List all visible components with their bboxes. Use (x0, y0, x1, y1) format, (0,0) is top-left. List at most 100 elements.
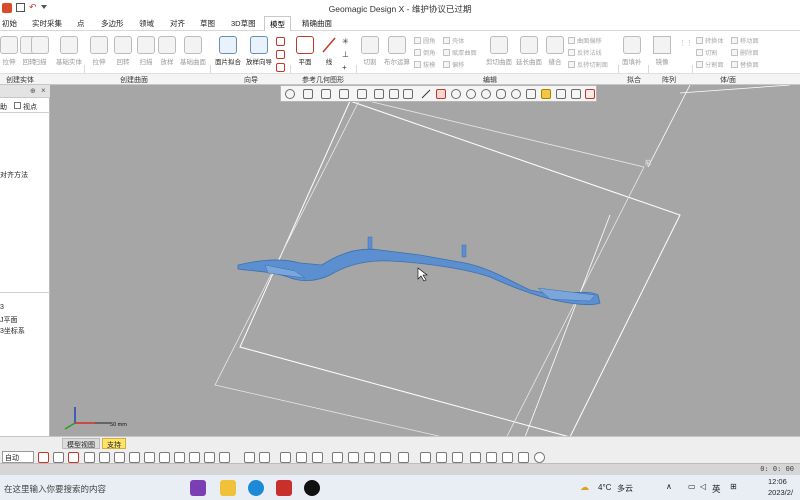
solid-extrude-button[interactable]: 拉伸 (0, 36, 18, 66)
tool-21-icon[interactable] (364, 452, 375, 463)
select-all-icon[interactable] (526, 89, 536, 99)
ref-point-icon[interactable]: ✳ (342, 37, 349, 46)
tool-27-icon[interactable] (470, 452, 481, 463)
view-box-icon[interactable] (321, 89, 331, 99)
surface-revolve-button[interactable]: 回转 (114, 36, 132, 66)
ref-line-button[interactable]: 线 (320, 36, 338, 66)
select-brush-icon[interactable] (481, 89, 491, 99)
network-icon[interactable]: ▭ (688, 482, 696, 491)
filter-icon[interactable] (541, 89, 551, 99)
split-face-button[interactable]: 分割面 (696, 60, 724, 69)
design-x-taskbar-icon[interactable] (276, 480, 292, 496)
menu-polygon[interactable]: 多边形 (101, 18, 124, 29)
tool-12-icon[interactable] (204, 452, 215, 463)
tool-13-icon[interactable] (219, 452, 230, 463)
tool-25-icon[interactable] (436, 452, 447, 463)
tab-support[interactable]: 支持 (102, 438, 126, 449)
surface-extrude-button[interactable]: 拉伸 (90, 36, 108, 66)
menu-align[interactable]: 对齐 (170, 18, 185, 29)
replace-face-button[interactable]: 替换面 (731, 60, 759, 69)
mode-select[interactable]: 自动 (2, 451, 34, 463)
trim-surface-button[interactable]: 剪切曲面 (486, 36, 512, 66)
surface-loft-button[interactable]: 放样 (158, 36, 176, 66)
volume-icon[interactable]: ◁ (700, 482, 706, 491)
recorder-icon[interactable] (304, 480, 320, 496)
clock-date[interactable]: 2023/2/ (768, 488, 793, 497)
tool-23-icon[interactable] (398, 452, 409, 463)
ref-plane-button[interactable]: 平面 (296, 36, 314, 66)
convert-body-button[interactable]: 转换体 (696, 36, 724, 45)
tool-20-icon[interactable] (348, 452, 359, 463)
extend-surface-button[interactable]: 延长曲面 (516, 36, 542, 66)
view-iso-icon[interactable] (403, 89, 413, 99)
view-more-icon[interactable] (339, 89, 349, 99)
tool-5-icon[interactable] (99, 452, 110, 463)
tab-model-view[interactable]: 模型视图 (62, 438, 100, 449)
move-face-button[interactable]: 移动面 (731, 36, 759, 45)
tool-18-icon[interactable] (312, 452, 323, 463)
left-tab-help[interactable]: 助 (0, 102, 7, 112)
tool-19-icon[interactable] (332, 452, 343, 463)
mirror-button[interactable]: 镜像 (653, 36, 671, 66)
tool-10-icon[interactable] (174, 452, 185, 463)
tool-11-icon[interactable] (189, 452, 200, 463)
surface-offset-button[interactable]: 曲面偏移 (568, 36, 602, 45)
wizard-small-2-icon[interactable] (276, 50, 285, 59)
tool-8-icon[interactable] (144, 452, 155, 463)
file-explorer-icon[interactable] (220, 480, 236, 496)
chamfer-button[interactable]: 倒角 (414, 48, 435, 57)
tray-expand-icon[interactable]: ∧ (666, 482, 672, 491)
reverse-normal-button[interactable]: 反转法线 (568, 48, 602, 57)
tool-9-icon[interactable] (159, 452, 170, 463)
split-body-button[interactable]: 切割 (696, 48, 717, 57)
tool-17-icon[interactable] (296, 452, 307, 463)
viewport-canvas[interactable]: 前 50 mm (50, 85, 800, 450)
menu-point[interactable]: 点 (77, 18, 85, 29)
select-mode-icon[interactable] (556, 89, 566, 99)
visibility-eye-icon[interactable] (585, 89, 595, 99)
wizard-small-3-icon[interactable] (276, 63, 285, 72)
thicken-button[interactable]: 赋厚曲面 (443, 48, 477, 57)
clock-time[interactable]: 12:06 (768, 477, 787, 486)
menu-realtime-capture[interactable]: 实时采集 (32, 18, 62, 29)
select-line-icon[interactable] (421, 89, 431, 99)
tool-2-icon[interactable] (53, 452, 64, 463)
menu-initial[interactable]: 初始 (2, 18, 17, 29)
tree-item-coord[interactable]: 3坐标系 (0, 326, 25, 336)
tool-31-icon[interactable] (534, 452, 545, 463)
tool-15-icon[interactable] (259, 452, 270, 463)
3d-viewport[interactable]: 前 50 mm (50, 85, 800, 450)
shell-button[interactable]: 壳体 (443, 36, 464, 45)
tree-item-plane[interactable]: J平面 (0, 315, 18, 325)
reverse-cut-button[interactable]: 反转切割面 (568, 60, 608, 69)
weather-desc[interactable]: 多云 (617, 483, 633, 494)
select-polygon-icon[interactable] (466, 89, 476, 99)
tool-24-icon[interactable] (420, 452, 431, 463)
view-cube-icon[interactable] (303, 89, 313, 99)
menu-region[interactable]: 领域 (139, 18, 154, 29)
fillet-button[interactable]: 圆角 (414, 36, 435, 45)
tool-14-icon[interactable] (244, 452, 255, 463)
select-fill-icon[interactable] (511, 89, 521, 99)
taskbar-search-input[interactable]: 在这里输入你要搜索的内容 (4, 483, 106, 495)
tool-28-icon[interactable] (486, 452, 497, 463)
sew-button[interactable]: 缝合 (546, 36, 564, 66)
select-circle-icon[interactable] (451, 89, 461, 99)
snap-icon[interactable] (571, 89, 581, 99)
select-rect-icon[interactable] (436, 89, 446, 99)
tool-3-icon[interactable] (68, 452, 79, 463)
close-panel-icon[interactable]: × (41, 86, 46, 95)
onenote-icon[interactable] (190, 480, 206, 496)
menu-exact-surface[interactable]: 精确曲面 (302, 18, 332, 29)
menu-3d-sketch[interactable]: 3D草图 (231, 18, 256, 29)
tool-1-icon[interactable] (38, 452, 49, 463)
solid-primitive-button[interactable]: 基础实体 (56, 36, 82, 66)
weather-temp[interactable]: 4°C (598, 483, 611, 492)
solid-sweep-visible-button[interactable]: 扫描 (31, 36, 49, 66)
boolean-button[interactable]: 布尔运算 (384, 36, 410, 66)
draft-button[interactable]: 拔模 (414, 60, 435, 69)
tool-16-icon[interactable] (280, 452, 291, 463)
tool-30-icon[interactable] (518, 452, 529, 463)
tool-26-icon[interactable] (452, 452, 463, 463)
input-language[interactable]: 英 (712, 483, 721, 495)
